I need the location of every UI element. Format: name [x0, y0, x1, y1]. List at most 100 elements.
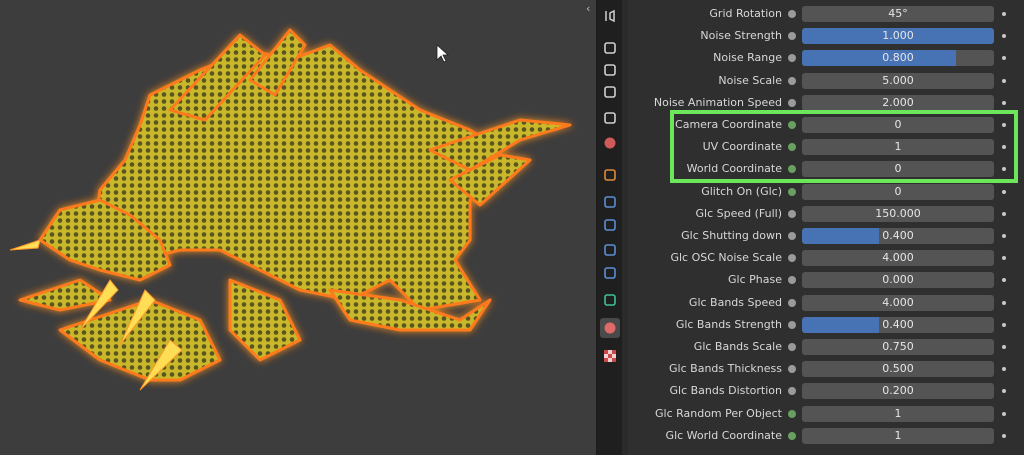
tab-scene[interactable]: [600, 108, 620, 128]
tab-constraints[interactable]: [600, 263, 620, 283]
property-row: UV Coordinate 1: [628, 137, 1024, 157]
property-row: Noise Range 0.800: [628, 48, 1024, 68]
keyframe-dot-icon[interactable]: [1002, 234, 1006, 238]
tab-material[interactable]: [600, 318, 620, 338]
override-dot-icon[interactable]: [788, 431, 796, 440]
keyframe-dot-icon[interactable]: [1002, 145, 1006, 150]
override-dot-icon[interactable]: [788, 276, 796, 285]
keyframe-dot-icon[interactable]: [1002, 100, 1006, 105]
property-value-field[interactable]: 4.000: [802, 250, 994, 267]
property-value: 1: [894, 428, 902, 442]
world-icon: [604, 137, 616, 149]
override-dot-icon[interactable]: [788, 76, 796, 85]
property-value: 0.800: [882, 51, 914, 65]
property-value-field[interactable]: 0: [802, 183, 994, 200]
keyframe-dot-icon[interactable]: [1002, 389, 1006, 394]
keyframe-dot-icon[interactable]: [1002, 56, 1006, 61]
tab-particles[interactable]: [600, 215, 620, 235]
property-row: Camera Coordinate 0: [628, 115, 1024, 135]
keyframe-dot-icon[interactable]: [1002, 367, 1006, 372]
property-row: Glc World Coordinate 1: [628, 426, 1024, 446]
property-row: Noise Strength 1.000: [628, 26, 1024, 46]
tab-object[interactable]: [600, 165, 620, 185]
override-dot-icon[interactable]: [788, 343, 796, 351]
tab-output[interactable]: [600, 60, 620, 80]
property-row: Glc Speed (Full) 150.000: [628, 204, 1024, 224]
override-dot-icon[interactable]: [788, 98, 796, 107]
property-value: 0.500: [882, 362, 914, 376]
override-dot-icon[interactable]: [788, 232, 796, 240]
tool-icon: [605, 9, 615, 23]
3d-viewport[interactable]: [0, 0, 596, 455]
keyframe-dot-icon[interactable]: [1002, 345, 1006, 349]
keyframe-dot-icon[interactable]: [1002, 278, 1006, 283]
keyframe-dot-icon[interactable]: [1002, 12, 1006, 16]
keyframe-dot-icon[interactable]: [1002, 211, 1006, 216]
property-value-field[interactable]: 0: [802, 117, 994, 133]
property-row: Glc Shutting down 0.400: [628, 226, 1024, 246]
property-label: Glc Bands Thickness: [669, 362, 782, 376]
property-value: 0.750: [882, 340, 914, 353]
property-value-field[interactable]: 0.000: [802, 272, 994, 289]
tab-render[interactable]: [600, 38, 620, 58]
property-value-field[interactable]: 0: [802, 161, 994, 178]
tab-view-layer[interactable]: [600, 82, 620, 102]
override-dot-icon[interactable]: [788, 10, 796, 18]
override-dot-icon[interactable]: [788, 165, 796, 174]
keyframe-dot-icon[interactable]: [1002, 123, 1006, 127]
property-row: Glc Bands Scale 0.750: [628, 337, 1024, 357]
override-dot-icon[interactable]: [788, 254, 796, 263]
property-value-field[interactable]: 5.000: [802, 72, 994, 89]
property-row: Grid Rotation 45°: [628, 4, 1024, 24]
property-value: 4.000: [882, 251, 914, 265]
collapse-arrow-icon[interactable]: ‹: [586, 2, 590, 15]
override-dot-icon[interactable]: [788, 209, 796, 218]
override-dot-icon[interactable]: [788, 121, 796, 129]
tab-physics[interactable]: [600, 240, 620, 260]
tab-modifier[interactable]: [600, 192, 620, 212]
property-value-field[interactable]: 45°: [802, 6, 994, 22]
property-value-field[interactable]: 0.500: [802, 361, 994, 378]
property-value-field[interactable]: 0.750: [802, 339, 994, 355]
override-dot-icon[interactable]: [788, 143, 796, 152]
keyframe-dot-icon[interactable]: [1002, 433, 1006, 438]
override-dot-icon[interactable]: [788, 320, 796, 329]
keyframe-dot-icon[interactable]: [1002, 189, 1006, 194]
keyframe-dot-icon[interactable]: [1002, 167, 1006, 172]
property-value-field[interactable]: 0.400: [802, 316, 994, 333]
glitch-creature-render: [9, 28, 572, 391]
override-dot-icon[interactable]: [788, 409, 796, 418]
property-value-field[interactable]: 2.000: [802, 94, 994, 111]
property-value: 5.000: [882, 73, 914, 87]
keyframe-dot-icon[interactable]: [1002, 256, 1006, 261]
property-value-field[interactable]: 1: [802, 139, 994, 156]
keyframe-dot-icon[interactable]: [1002, 322, 1006, 327]
override-dot-icon[interactable]: [788, 387, 796, 396]
override-dot-icon[interactable]: [788, 32, 796, 41]
override-dot-icon[interactable]: [788, 365, 796, 374]
tab-world[interactable]: [600, 133, 620, 153]
property-value-field[interactable]: 1.000: [802, 28, 994, 45]
keyframe-dot-icon[interactable]: [1002, 411, 1006, 416]
keyframe-dot-icon[interactable]: [1002, 300, 1006, 305]
keyframe-dot-icon[interactable]: [1002, 78, 1006, 83]
property-value-field[interactable]: 0.200: [802, 383, 994, 400]
tab-texture[interactable]: [600, 346, 620, 366]
property-row: Glitch On (Glc) 0: [628, 182, 1024, 202]
property-value-field[interactable]: 0.400: [802, 228, 994, 244]
property-value-field[interactable]: 1: [802, 427, 994, 444]
keyframe-dot-icon[interactable]: [1002, 34, 1006, 39]
property-value-field[interactable]: 4.000: [802, 294, 994, 311]
property-value: 1.000: [882, 29, 914, 43]
tab-tool[interactable]: [600, 6, 620, 26]
property-value-field[interactable]: 1: [802, 405, 994, 422]
override-dot-icon[interactable]: [788, 187, 796, 196]
property-value-field[interactable]: 150.000: [802, 205, 994, 222]
scene-icon: [604, 112, 616, 124]
property-label: Glc Phase: [728, 273, 782, 287]
property-label: Glc Bands Speed: [688, 295, 782, 309]
property-value-field[interactable]: 0.800: [802, 50, 994, 67]
override-dot-icon[interactable]: [788, 54, 796, 63]
override-dot-icon[interactable]: [788, 298, 796, 307]
tab-data[interactable]: [600, 290, 620, 310]
